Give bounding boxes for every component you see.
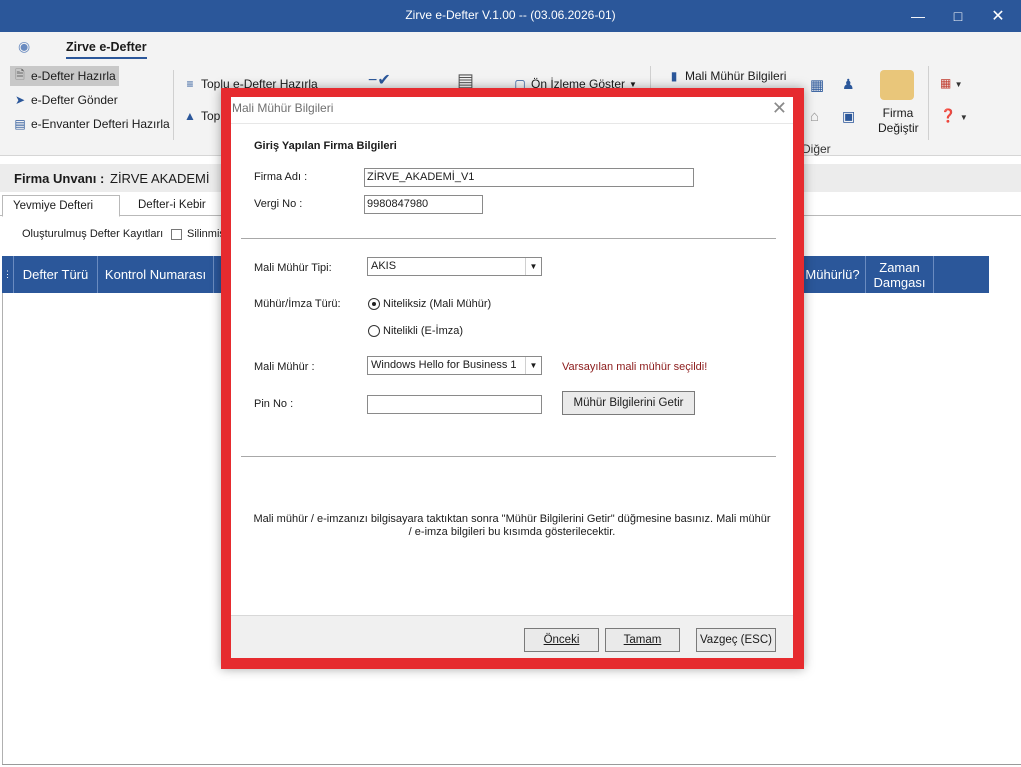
window-title: Zirve e-Defter V.1.00 -- (03.06.2026-01)	[405, 8, 616, 22]
grid-left-border	[2, 293, 3, 764]
radio-nitelikli[interactable]	[368, 325, 380, 337]
user-add-icon[interactable]: ♟	[842, 76, 855, 93]
mali-muhur-bilgileri-button[interactable]: ▮ Mali Mühür Bilgileri	[664, 66, 789, 86]
col-kontrol-numarasi[interactable]: Kontrol Numarası	[98, 256, 214, 293]
dialog-footer: Önceki Tamam Vazgeç (ESC)	[231, 615, 793, 658]
mali-muhur-value: Windows Hello for Business 1	[371, 359, 517, 371]
bank-icon[interactable]: ⌂	[810, 108, 819, 125]
col-muhurlu[interactable]: Mühürlü?	[800, 256, 866, 293]
col-defter-turu[interactable]: Defter Türü	[14, 256, 98, 293]
divider	[241, 238, 776, 239]
silinmis-checkbox[interactable]	[171, 229, 182, 240]
help-icon[interactable]: ❓ ▼	[940, 108, 968, 124]
radio-niteliksiz-label: Niteliksiz (Mali Mühür)	[383, 298, 492, 310]
imza-turu-label: Mühür/İmza Türü:	[254, 298, 341, 310]
diger-group-label: Diğer	[802, 142, 831, 156]
info-text-line-2: / e-imza bilgileri bu kısımda gösterilec…	[408, 526, 616, 538]
inventory-icon: ▤	[14, 117, 26, 131]
check-icon[interactable]: −✔	[368, 70, 391, 90]
dialog-close-icon[interactable]: ✕	[772, 98, 787, 119]
pin-no-label: Pin No :	[254, 398, 294, 410]
firma-degistir-label-2: Değiştir	[878, 121, 919, 135]
toplu-gonder-button[interactable]: ▲ Top	[180, 106, 223, 126]
edefter-hazirla-label: e-Defter Hazırla	[31, 69, 116, 83]
col-zaman-damgasi[interactable]: Zaman Damgası	[866, 256, 934, 293]
records-label: Oluşturulmuş Defter Kayıtları	[22, 228, 164, 240]
tab-defteri-kebir[interactable]: Defter-i Kebir	[128, 195, 216, 217]
firma-adi-label: Firma Adı :	[254, 171, 308, 183]
onceki-button[interactable]: Önceki	[524, 628, 599, 652]
contact-card-icon[interactable]: ▣	[842, 108, 855, 125]
grid-bottom-border	[2, 764, 1021, 765]
firma-degistir-label-1: Firma	[882, 106, 914, 120]
document-icon: 🗎	[15, 67, 25, 82]
minimize-icon[interactable]: —	[898, 0, 938, 32]
mali-muhur-dialog: Mali Mühür Bilgileri ✕ Giriş Yapılan Fir…	[231, 97, 793, 658]
tamam-button[interactable]: Tamam	[605, 628, 680, 652]
mali-muhur-select[interactable]: Windows Hello for Business 1 ▼	[367, 356, 542, 375]
firma-unvani-label: Firma Unvanı :	[14, 171, 105, 186]
firma-adi-field[interactable]: ZİRVE_AKADEMİ_V1	[364, 168, 694, 187]
muhur-bilgilerini-getir-button[interactable]: Mühür Bilgilerini Getir	[562, 391, 695, 415]
edefter-hazirla-button[interactable]: 🗎 e-Defter Hazırla	[10, 66, 119, 86]
eenvanter-button[interactable]: ▤ e-Envanter Defteri Hazırla	[10, 114, 173, 134]
default-warning: Varsayılan mali mühür seçildi!	[562, 361, 708, 373]
ribbon-separator	[928, 66, 929, 140]
vazgec-button[interactable]: Vazgeç (ESC)	[696, 628, 776, 652]
chevron-down-icon: ▼	[525, 258, 541, 275]
vergi-no-field[interactable]: 9980847980	[364, 195, 483, 214]
firma-degistir-button[interactable]: Firma Değiştir	[878, 106, 919, 136]
edefter-gonder-button[interactable]: ➤ e-Defter Gönder	[10, 90, 121, 110]
radio-niteliksiz[interactable]	[368, 298, 380, 310]
muhur-tipi-select[interactable]: AKIS ▼	[367, 257, 542, 276]
tab-yevmiye[interactable]: Yevmiye Defteri	[2, 195, 120, 217]
upload-icon: ▲	[184, 109, 196, 123]
edefter-gonder-label: e-Defter Gönder	[31, 93, 118, 107]
stack-icon: ≡	[186, 77, 194, 91]
building-icon[interactable]: ▦	[810, 76, 824, 94]
firma-unvani-value: ZİRVE AKADEMİ	[110, 171, 210, 186]
chevron-down-icon: ▼	[525, 357, 541, 374]
divider	[241, 456, 776, 457]
maximize-icon[interactable]: □	[938, 0, 978, 32]
send-icon: ➤	[14, 93, 26, 107]
muhur-tipi-label: Mali Mühür Tipi:	[254, 262, 332, 274]
muhur-tipi-value: AKIS	[371, 260, 397, 272]
vergi-no-label: Vergi No :	[254, 198, 303, 210]
database-swap-icon[interactable]	[880, 70, 914, 100]
dialog-content: Giriş Yapılan Firma Bilgileri Firma Adı …	[231, 124, 793, 615]
mali-muhur-label: Mali Mühür Bilgileri	[685, 69, 787, 83]
info-text-line-1: Mali mühür / e-imzanızı bilgisayara takt…	[253, 513, 771, 525]
close-icon[interactable]: ✕	[978, 0, 1018, 32]
pin-no-field[interactable]	[367, 395, 542, 414]
toplu-gonder-label: Top	[201, 109, 221, 123]
title-bar: Zirve e-Defter V.1.00 -- (03.06.2026-01)…	[0, 0, 1021, 32]
ribbon-tab-zirve[interactable]: Zirve e-Defter	[66, 40, 147, 59]
radio-nitelikli-label: Nitelikli (E-İmza)	[383, 325, 464, 337]
app-menu-icon[interactable]: ◉	[18, 38, 30, 55]
pdf-icon[interactable]: ▦ ▼	[940, 76, 963, 90]
usb-key-icon: ▮	[670, 69, 678, 83]
silinmis-label: Silinmiş	[187, 228, 225, 240]
mali-muhur-label: Mali Mühür :	[254, 361, 315, 373]
grid-menu-icon[interactable]: ⋮	[2, 256, 14, 293]
dialog-title: Mali Mühür Bilgileri	[232, 101, 334, 115]
info-text: Mali mühür / e-imzanızı bilgisayara takt…	[241, 513, 783, 539]
eenvanter-label: e-Envanter Defteri Hazırla	[31, 117, 170, 131]
ribbon-separator	[173, 70, 174, 140]
section-title: Giriş Yapılan Firma Bilgileri	[254, 140, 397, 152]
